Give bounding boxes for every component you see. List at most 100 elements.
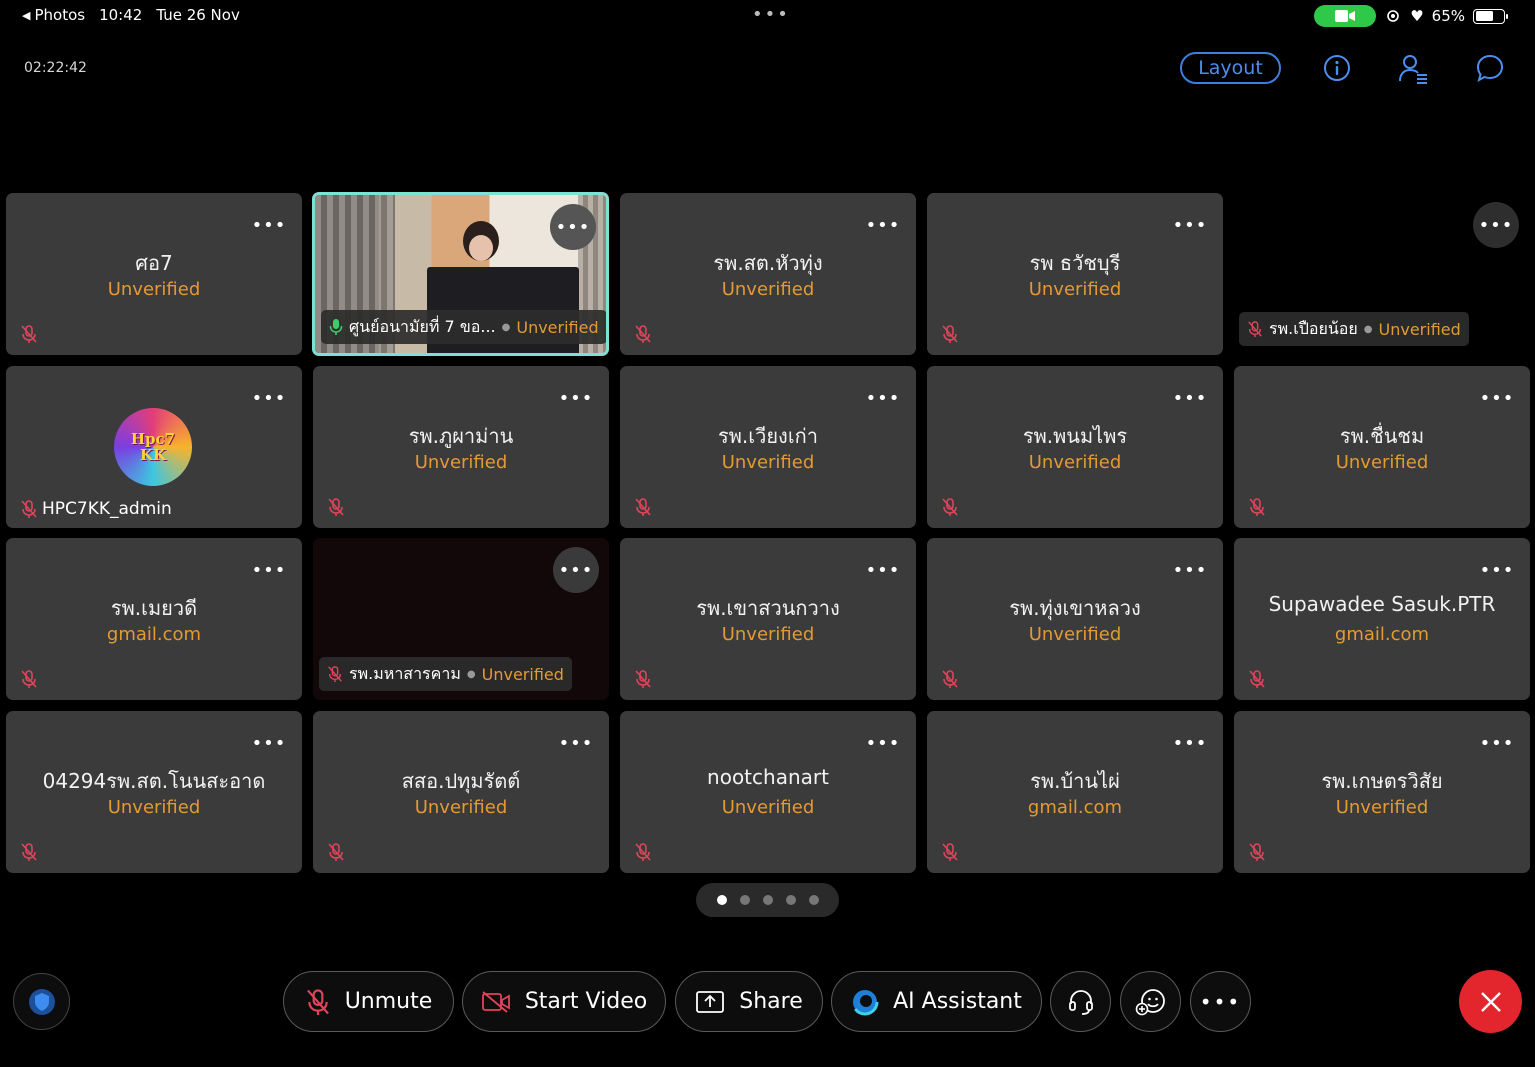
participant-tile[interactable]: Supawadee Sasuk.PTR gmail.com ••• [1234,538,1530,700]
muted-mic-icon [1248,321,1262,337]
tile-more-button[interactable]: ••• [246,720,292,766]
participant-tile[interactable]: รพ.ภูผาม่าน Unverified ••• [313,366,609,528]
reactions-button[interactable] [1120,971,1181,1032]
participant-tile[interactable]: รพ.พนมไพร Unverified ••• [927,366,1223,528]
page-dot[interactable] [739,895,750,905]
tile-more-button[interactable]: ••• [553,720,599,766]
participant-status: Unverified [516,317,599,337]
back-app-link[interactable]: Photos [34,6,85,24]
ai-assistant-button[interactable]: AI Assistant [831,971,1042,1032]
battery-percent: 65% [1431,7,1465,25]
tile-more-button[interactable]: ••• [553,375,599,421]
battery-icon [1473,8,1508,24]
participant-tile[interactable]: รพ.เกษตรวิสัย Unverified ••• [1234,711,1530,873]
leave-meeting-button[interactable] [1459,970,1522,1033]
chat-button[interactable] [1472,50,1508,86]
security-button[interactable] [13,973,70,1030]
share-screen-icon [696,990,725,1013]
tile-more-button[interactable]: ••• [1474,375,1520,421]
status-bar: ◀ Photos 10:42 Tue 26 Nov ••• ♥ 65% [0,0,1535,32]
participant-name: HPC7KK_admin [42,499,172,519]
participant-name: 04294รพ.สต.โนนสะอาด [42,769,266,793]
tile-more-button[interactable]: ••• [1167,375,1213,421]
avatar-text-line2: KK [139,446,167,464]
participant-tile[interactable]: รพ.บ้านไผ่ gmail.com ••• [927,711,1223,873]
page-dot[interactable] [785,895,796,905]
muted-mic-icon [942,843,958,861]
tile-more-button[interactable]: ••• [860,720,906,766]
separator-dot: ● [466,668,476,680]
layout-button[interactable]: Layout [1180,52,1281,84]
muted-mic-icon [1249,670,1265,688]
muted-mic-icon [306,988,329,1015]
meeting-timer: 02:22:42 [24,60,87,76]
tile-more-button[interactable]: ••• [550,204,596,250]
participant-tile[interactable]: ศอ7 Unverified ••• [6,193,302,355]
separator-dot: ● [1363,323,1373,335]
tile-more-button[interactable]: ••• [553,547,599,593]
participant-tile[interactable]: 04294รพ.สต.โนนสะอาด Unverified ••• [6,711,302,873]
page-indicator[interactable] [696,883,839,917]
tile-more-button[interactable]: ••• [860,375,906,421]
muted-mic-icon [328,666,342,682]
audio-options-button[interactable] [1050,971,1111,1032]
participant-status: Unverified [1378,319,1461,339]
participant-tile[interactable]: รพ.ทุ่งเขาหลวง Unverified ••• [927,538,1223,700]
participant-name: ศอ7 [135,251,173,275]
muted-mic-icon [1249,843,1265,861]
tile-more-button[interactable]: ••• [1474,547,1520,593]
participant-tile[interactable]: รพ.เมยวดี gmail.com ••• [6,538,302,700]
participant-tile[interactable]: สสอ.ปทุมรัตต์ Unverified ••• [313,711,609,873]
tile-more-button[interactable]: ••• [1167,720,1213,766]
participant-status: gmail.com [1027,797,1123,818]
info-button[interactable] [1319,50,1355,86]
participant-video-tile[interactable]: ••• รพ.มหาสารคาม ● Unverified [313,538,609,700]
share-button[interactable]: Share [675,971,823,1032]
participant-name: ศูนย์อนามัยที่ 7 ขอ... [349,316,496,336]
muted-mic-icon [942,670,958,688]
tile-more-button[interactable]: ••• [1474,720,1520,766]
avatar-text-line1: Hpc7 [130,429,176,448]
participant-tile[interactable]: รพ.เวียงเก่า Unverified ••• [620,366,916,528]
share-label: Share [739,989,803,1014]
participant-tile[interactable]: ••• รพ.เปือยน้อย ● Unverified [1233,193,1529,355]
participant-status: Unverified [107,279,201,300]
multitasking-dots-icon[interactable]: ••• [752,4,790,25]
more-options-button[interactable]: ••• [1190,971,1251,1032]
tile-more-button[interactable]: ••• [246,202,292,248]
tile-more-button[interactable]: ••• [246,547,292,593]
participant-tile[interactable]: รพ.ชื่นชม Unverified ••• [1234,366,1530,528]
tile-more-button[interactable]: ••• [860,547,906,593]
participant-status: Unverified [481,664,564,684]
separator-dot: ● [501,321,511,333]
participants-button[interactable] [1395,50,1431,86]
tile-more-button[interactable]: ••• [1167,202,1213,248]
participant-tile[interactable]: รพ.สต.หัวทุ่ง Unverified ••• [620,193,916,355]
muted-mic-icon [328,843,344,861]
status-time: 10:42 [99,6,143,24]
page-dot[interactable] [808,895,819,905]
participant-status: gmail.com [1334,624,1430,645]
participant-tile[interactable]: รพ ธวัชบุรี Unverified ••• [927,193,1223,355]
tile-more-button[interactable]: ••• [246,375,292,421]
participant-name: รพ.เมยวดี [110,596,198,620]
tile-more-button[interactable]: ••• [860,202,906,248]
participant-tile[interactable]: รพ.เขาสวนกวาง Unverified ••• [620,538,916,700]
tile-more-button[interactable]: ••• [1167,547,1213,593]
back-arrow-icon[interactable]: ◀ [22,9,30,22]
page-dot[interactable] [716,895,727,905]
muted-mic-icon [21,670,37,688]
participant-label: HPC7KK_admin [20,499,172,519]
page-dot[interactable] [762,895,773,905]
unmute-button[interactable]: Unmute [283,971,454,1032]
participant-status: Unverified [721,624,815,645]
participant-tile[interactable]: nootchanart Unverified ••• [620,711,916,873]
participant-label: รพ.เปือยน้อย ● Unverified [1239,312,1469,346]
participant-status: Unverified [1335,797,1429,818]
participant-name: รพ.ภูผาม่าน [408,424,514,448]
participant-status: Unverified [1028,452,1122,473]
participant-tile[interactable]: Hpc7 KK ••• HPC7KK_admin [6,366,302,528]
start-video-button[interactable]: Start Video [462,971,666,1032]
tile-more-button[interactable]: ••• [1473,202,1519,248]
participant-video-tile-active-speaker[interactable]: ••• ศูนย์อนามัยที่ 7 ขอ... ● Unverified [312,192,609,356]
